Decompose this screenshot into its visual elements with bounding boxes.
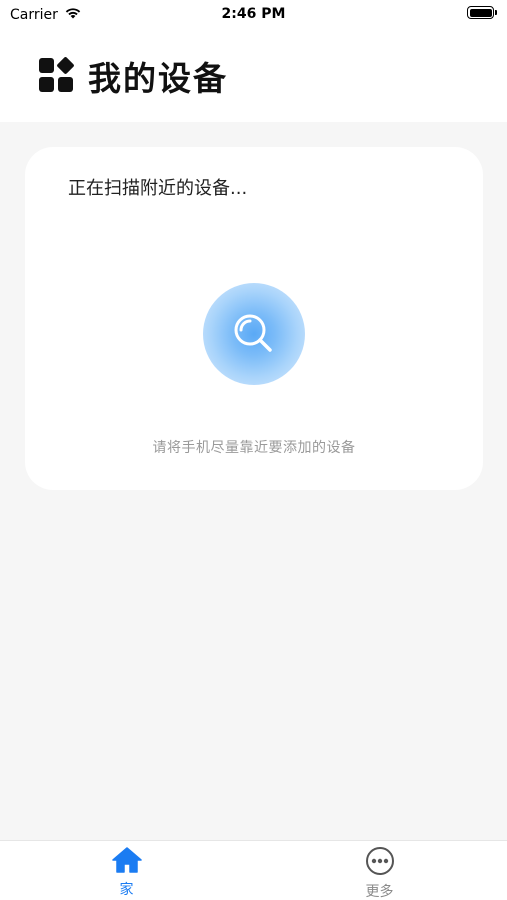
tab-home-label: 家: [119, 882, 134, 898]
search-icon: [234, 314, 272, 352]
scan-status-text: 正在扫描附近的设备...: [68, 178, 248, 199]
more-icon: [365, 847, 395, 879]
status-bar: Carrier 2:46 PM: [0, 0, 507, 30]
screen: Carrier 2:46 PM 我的设备 正在扫描附近的设备... 请将手机尽量…: [0, 0, 507, 900]
page-header: 我的设备: [0, 30, 507, 122]
status-time: 2:46 PM: [221, 6, 286, 22]
battery-cap: [495, 10, 497, 15]
tab-home[interactable]: 家: [0, 841, 253, 900]
home-icon: [111, 847, 142, 877]
tab-more-label: 更多: [365, 884, 394, 900]
scan-button[interactable]: [203, 283, 305, 385]
apps-grid-icon: [38, 57, 74, 93]
tab-more[interactable]: 更多: [253, 841, 506, 900]
tab-bar: 家 更多: [0, 840, 507, 900]
page-title: 我的设备: [88, 59, 228, 98]
scan-card: 正在扫描附近的设备... 请将手机尽量靠近要添加的设备: [25, 147, 483, 490]
status-right: [467, 6, 497, 19]
scan-hint-text: 请将手机尽量靠近要添加的设备: [152, 440, 356, 456]
battery-icon: [467, 6, 494, 19]
